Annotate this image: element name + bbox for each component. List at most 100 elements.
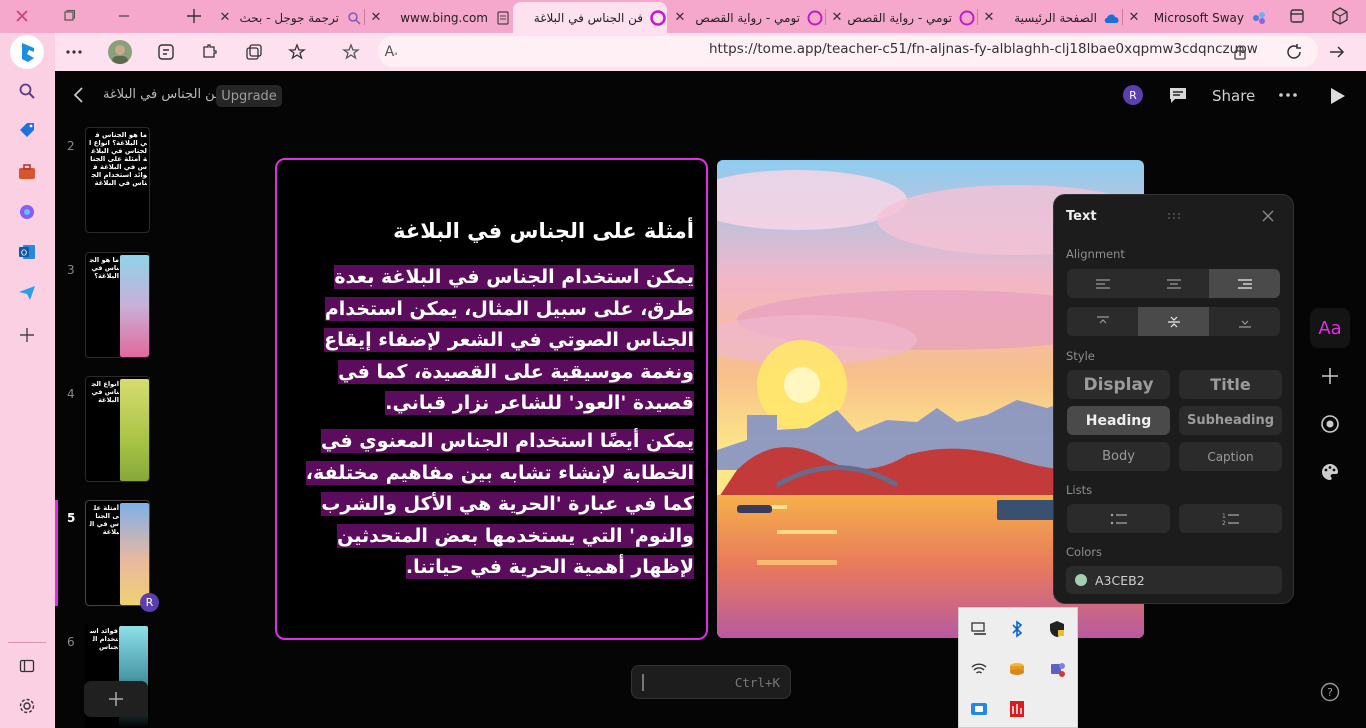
more-menu-icon[interactable] [1279,93,1297,97]
colors-label: Colors [1066,545,1103,559]
close-tab-icon[interactable]: ✕ [1124,10,1144,25]
tab-actions-icon[interactable] [1287,6,1307,26]
shopping-tag-icon[interactable] [16,120,38,142]
slide-paragraph[interactable]: يمكن استخدام الجناس في البلاغة بعدة طرق،… [294,262,694,420]
slide-paragraph[interactable]: يمكن أيضًا استخدام الجناس المعنوي في الخ… [294,426,694,584]
close-window-icon[interactable] [12,6,32,26]
style-label: Style [1066,349,1095,363]
teams-icon[interactable] [1045,657,1069,681]
command-bar[interactable]: Ctrl+K [631,665,791,699]
record-icon[interactable] [1310,404,1350,444]
favorite-star-icon[interactable] [341,42,361,62]
close-tab-icon[interactable]: ✕ [979,10,999,25]
document-title[interactable]: فن الجناس في البلاغة [103,87,221,102]
style-display-button[interactable]: Display [1067,370,1170,399]
security-shield-icon[interactable] [1045,617,1069,641]
add-slide-button[interactable] [84,681,148,717]
tools-icon[interactable] [16,161,38,183]
close-tab-icon[interactable]: ✕ [827,10,847,25]
storage-icon[interactable] [1005,657,1029,681]
tab-title: ترجمة جوجل - بحث [239,10,339,25]
style-title-button[interactable]: Title [1179,370,1282,399]
more-options-icon[interactable] [64,42,84,62]
url-text[interactable]: https://tome.app/teacher-c51/fn-aljnas-f… [709,41,1258,57]
browser-tab[interactable]: تومي - رواية القصص ✕ [827,2,976,33]
network-drive-icon[interactable] [967,617,991,641]
outlook-icon[interactable]: O [16,241,38,263]
valign-middle-button[interactable] [1138,307,1209,336]
upgrade-button[interactable]: Upgrade [216,85,282,107]
media-app-icon[interactable] [1005,697,1029,721]
lock-icon[interactable] [1230,42,1250,62]
panel-title: Text [1066,209,1097,224]
drag-handle-icon[interactable] [1167,212,1181,220]
color-value: A3CEB2 [1095,572,1145,588]
read-aloud-icon[interactable]: Aₐ [381,42,401,62]
browser-tab-active[interactable]: فن الجناس في البلاغة [513,2,667,33]
new-tab-icon[interactable] [184,6,204,26]
refresh-icon[interactable] [1284,42,1304,62]
align-right-button[interactable] [1209,269,1280,298]
profile-avatar[interactable] [108,40,132,64]
slide-thumbnail[interactable]: ما هو الجناس في البلاغة؟ انواع الجناس في… [85,127,150,233]
tome-icon [649,9,667,27]
lists-label: Lists [1066,483,1093,497]
valign-bottom-button[interactable] [1209,307,1280,336]
play-presentation-icon[interactable] [1330,87,1346,105]
help-icon[interactable]: ? [1310,672,1350,712]
slide-number: 2 [67,139,75,153]
browser-tab[interactable]: تومي - رواية القصص ✕ [670,2,824,33]
slide-thumbnail[interactable]: ما هو الجناس في البلاغة؟ [85,252,150,358]
style-subheading-button[interactable]: Subheading [1179,406,1282,435]
add-icon[interactable] [16,324,38,346]
video-call-icon[interactable] [967,697,991,721]
text-format-icon[interactable]: Aa [1310,308,1350,348]
close-tab-icon[interactable]: ✕ [215,10,235,25]
slide-text-card[interactable]: أمثلة على الجناس في البلاغة يمكن استخدام… [275,158,708,640]
close-panel-icon[interactable] [1262,210,1274,222]
bluetooth-icon[interactable] [1005,617,1029,641]
favorites-list-icon[interactable] [287,42,307,62]
align-left-button[interactable] [1067,269,1138,298]
back-chevron-icon[interactable] [73,86,85,104]
tab-collections-icon[interactable] [244,42,264,62]
valign-top-button[interactable] [1067,307,1138,336]
svg-text:O: O [21,249,27,258]
slide-thumbnail[interactable]: انواع الجناس في البلاغة [85,376,150,482]
bing-chat-icon[interactable] [10,35,44,69]
search-icon[interactable] [16,80,38,102]
slide-thumbnail-current[interactable]: أمثلة على الجناس في البلاغة [85,500,150,606]
minimize-window-icon[interactable] [114,6,134,26]
browser-tab[interactable]: الصفحة الرئيسية ✕ [979,2,1121,33]
numbered-list-button[interactable]: 12 [1179,504,1282,533]
collections-icon[interactable] [156,42,176,62]
close-tab-icon[interactable]: ✕ [670,10,690,25]
copilot-icon[interactable] [16,201,38,223]
style-heading-button[interactable]: Heading [1067,406,1170,435]
browser-tab[interactable]: ترجمة جوجل - بحث ✕ [215,2,363,33]
share-button[interactable]: Share [1212,87,1255,105]
user-avatar[interactable]: R [1123,85,1143,105]
wifi-icon[interactable] [967,657,991,681]
sidebar-toggle-icon[interactable] [16,655,38,677]
search-icon [345,9,363,27]
comments-icon[interactable] [1168,85,1188,105]
style-body-button[interactable]: Body [1067,442,1170,471]
browser-tab[interactable]: Microsoft Sway ✕ [1124,2,1268,33]
close-tab-icon[interactable]: ✕ [366,10,386,25]
settings-gear-icon[interactable] [16,695,38,717]
workspaces-icon[interactable] [1330,6,1350,26]
forward-arrow-icon[interactable] [1327,42,1347,62]
tome-icon [806,9,824,27]
style-caption-button[interactable]: Caption [1179,442,1282,471]
text-color-picker[interactable]: A3CEB2 [1066,566,1282,594]
slide-heading[interactable]: أمثلة على الجناس في البلاغة [294,219,694,243]
send-icon[interactable] [16,282,38,304]
extensions-icon[interactable] [199,42,219,62]
bulleted-list-button[interactable] [1067,504,1170,533]
add-element-icon[interactable] [1310,356,1350,396]
theme-palette-icon[interactable] [1310,452,1350,492]
browser-tab[interactable]: www.bing.com ✕ [366,2,512,33]
align-center-button[interactable] [1138,269,1209,298]
restore-window-icon[interactable] [59,6,79,26]
